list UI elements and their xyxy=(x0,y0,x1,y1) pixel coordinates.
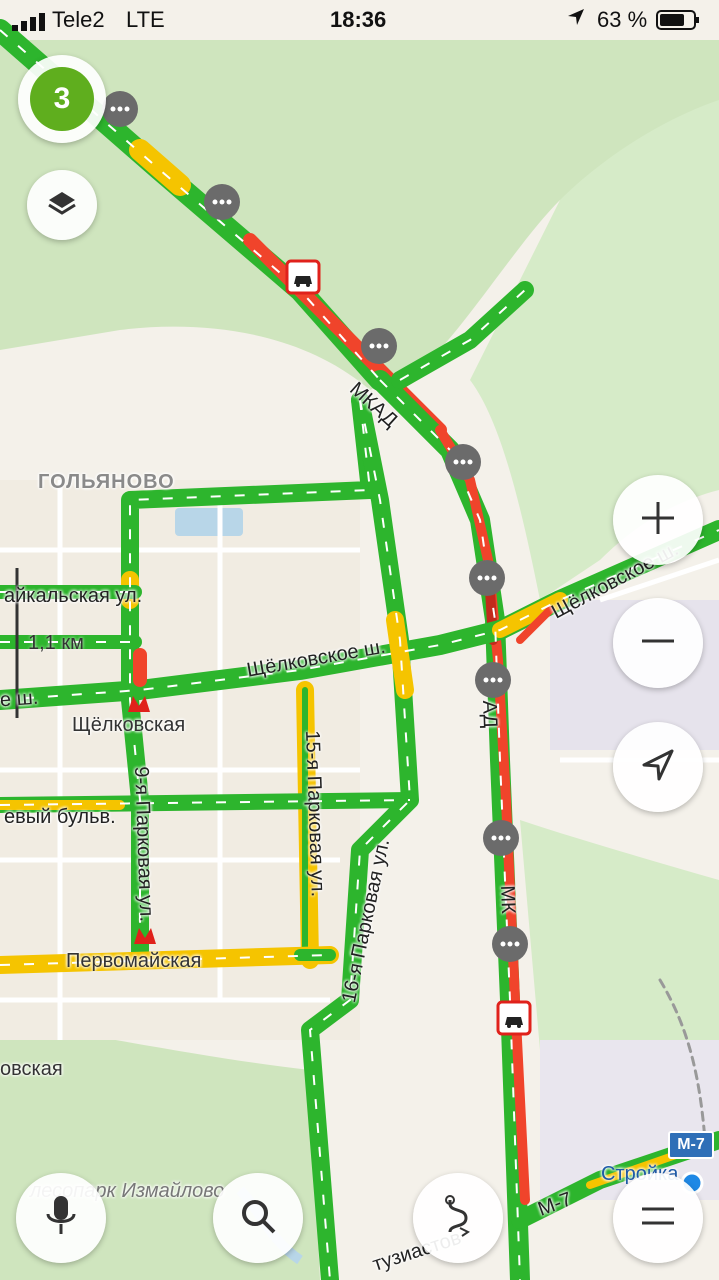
status-bar: Tele2 LTE 18:36 63 % xyxy=(0,0,719,40)
battery-icon xyxy=(656,10,700,30)
metro-label: Щёлковская xyxy=(72,714,186,736)
road-label-baikalskaya: айкальская ул. xyxy=(4,585,143,607)
signal-bars-icon xyxy=(12,11,46,31)
road-label-boulevard: евый бульв. xyxy=(4,806,116,828)
network-type: LTE xyxy=(126,7,165,32)
location-arrow-icon xyxy=(566,7,586,33)
menu-icon xyxy=(638,1201,678,1236)
road-label-schelkovskoe: е ш. xyxy=(0,686,39,712)
search-button[interactable] xyxy=(213,1173,303,1263)
carrier-name: Tele2 xyxy=(52,7,105,32)
chat-bubble-icon[interactable] xyxy=(483,820,519,856)
traffic-score: 3 xyxy=(30,67,94,131)
road-label-mkad: МК xyxy=(496,885,519,915)
place-label: овская xyxy=(0,1058,63,1080)
layers-button[interactable] xyxy=(27,170,97,240)
metro-label: Первомайская xyxy=(66,950,202,972)
zoom-in-button[interactable] xyxy=(613,475,703,565)
chat-bubble-icon[interactable] xyxy=(204,184,240,220)
my-location-button[interactable] xyxy=(613,722,703,812)
road-label-mkad: АД xyxy=(478,700,501,729)
scale-label: 1,1 км xyxy=(28,632,84,654)
menu-button[interactable] xyxy=(613,1173,703,1263)
plus-icon xyxy=(638,498,678,543)
search-icon xyxy=(238,1196,278,1241)
m7-highway-shield: М-7 xyxy=(668,1131,714,1159)
chat-bubble-icon[interactable] xyxy=(445,444,481,480)
navigation-arrow-icon xyxy=(638,745,678,790)
clock: 18:36 xyxy=(330,7,387,32)
zoom-out-button[interactable] xyxy=(613,598,703,688)
pond xyxy=(175,508,243,536)
accident-icon[interactable] xyxy=(496,1000,532,1036)
chat-bubble-icon[interactable] xyxy=(361,328,397,364)
district-label: ГОЛЬЯНОВО xyxy=(38,471,175,493)
chat-bubble-icon[interactable] xyxy=(102,91,138,127)
minus-icon xyxy=(638,621,678,666)
microphone-icon xyxy=(41,1194,81,1243)
traffic-score-button[interactable]: 3 xyxy=(18,55,106,143)
battery-percent: 63 % xyxy=(597,7,648,32)
routes-button[interactable] xyxy=(413,1173,503,1263)
map-app: ГОЛЬЯНОВО МКАД АД МК е ш. Щёлковское ш. … xyxy=(0,0,719,1280)
chat-bubble-icon[interactable] xyxy=(475,662,511,698)
layers-icon xyxy=(45,186,79,225)
voice-search-button[interactable] xyxy=(16,1173,106,1263)
route-icon xyxy=(438,1194,478,1243)
chat-bubble-icon[interactable] xyxy=(469,560,505,596)
chat-bubble-icon[interactable] xyxy=(492,926,528,962)
accident-icon[interactable] xyxy=(285,259,321,295)
